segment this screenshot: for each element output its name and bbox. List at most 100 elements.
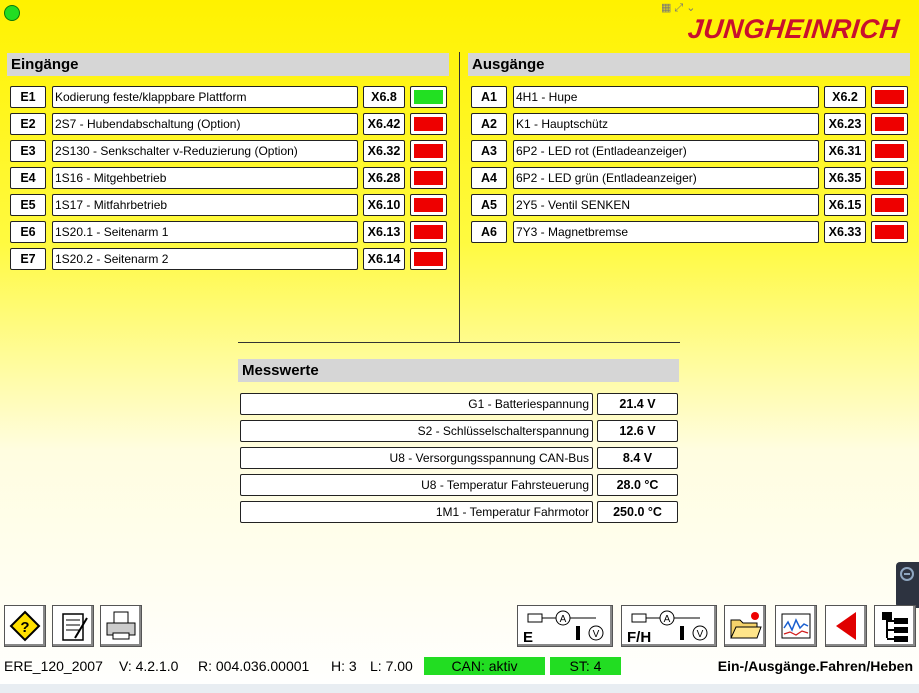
printer-icon (106, 611, 136, 640)
open-folder-button[interactable] (724, 605, 766, 647)
input-status-led (410, 86, 447, 108)
l-label: L: 7.00 (370, 658, 413, 674)
output-row[interactable]: A3 6P2 - LED rot (Entladeanzeiger) X6.31 (468, 140, 908, 162)
input-status-led (410, 167, 447, 189)
output-pin: X6.35 (824, 167, 866, 189)
input-description: 1S16 - Mitgehbetrieb (52, 167, 358, 189)
measurement-value: 21.4 V (597, 393, 678, 415)
folder-icon (730, 612, 762, 639)
notepad-button[interactable] (52, 605, 94, 647)
led-fill (414, 252, 443, 266)
output-description: 6P2 - LED rot (Entladeanzeiger) (513, 140, 819, 162)
output-status-led (871, 140, 908, 162)
input-row[interactable]: E3 2S130 - Senkschalter v-Reduzierung (Op… (7, 140, 447, 162)
output-pin: X6.15 (824, 194, 866, 216)
input-pin: X6.14 (363, 248, 405, 270)
svg-text:A: A (560, 614, 567, 625)
ausgaenge-header: Ausgänge (468, 53, 910, 76)
led-fill (414, 144, 443, 158)
connection-status-indicator (4, 5, 20, 21)
input-description: 2S7 - Hubendabschaltung (Option) (52, 113, 358, 135)
output-code: A4 (471, 167, 507, 189)
input-pin: X6.10 (363, 194, 405, 216)
output-row[interactable]: A4 6P2 - LED grün (Entladeanzeiger) X6.35 (468, 167, 908, 189)
input-status-led (410, 248, 447, 270)
screen-name-label: Ein-/Ausgänge.Fahren/Heben (717, 658, 913, 674)
e-button-label: E (523, 629, 534, 646)
output-code: A1 (471, 86, 507, 108)
input-row[interactable]: E5 1S17 - Mitfahrbetrieb X6.10 (7, 194, 447, 216)
led-fill (875, 225, 904, 239)
output-description: 4H1 - Hupe (513, 86, 819, 108)
output-code: A2 (471, 113, 507, 135)
input-row[interactable]: E7 1S20.2 - Seitenarm 2 X6.14 (7, 248, 447, 270)
output-row[interactable]: A1 4H1 - Hupe X6.2 (468, 86, 908, 108)
output-status-led (871, 194, 908, 216)
fh-diagnostics-button[interactable]: A V F/H (621, 605, 717, 647)
e-diagnostics-button[interactable]: A V E (517, 605, 613, 647)
help-button[interactable]: ? (4, 605, 46, 647)
input-pin: X6.28 (363, 167, 405, 189)
input-code: E7 (10, 248, 46, 270)
horizontal-divider (238, 342, 680, 343)
input-description: 1S20.2 - Seitenarm 2 (52, 248, 358, 270)
measurement-label: 1M1 - Temperatur Fahrmotor (240, 501, 593, 523)
fh-button-label: F/H (627, 629, 652, 646)
led-fill (414, 90, 443, 104)
help-icon: ? (9, 610, 41, 642)
output-pin: X6.2 (824, 86, 866, 108)
led-fill (875, 171, 904, 185)
side-panel-toggle[interactable] (896, 562, 919, 608)
input-row[interactable]: E1 Kodierung feste/klappbare Plattform X6.… (7, 86, 447, 108)
output-row[interactable]: A2 K1 - Hauptschütz X6.23 (468, 113, 908, 135)
measurement-value: 28.0 °C (597, 474, 678, 496)
output-description: 6P2 - LED grün (Entladeanzeiger) (513, 167, 819, 189)
output-code: A5 (471, 194, 507, 216)
input-pin: X6.13 (363, 221, 405, 243)
back-icon (836, 612, 856, 640)
eingaenge-header: Eingänge (7, 53, 449, 76)
chevron-down-icon[interactable]: ⌄ (686, 1, 695, 15)
input-row[interactable]: E6 1S20.1 - Seitenarm 1 X6.13 (7, 221, 447, 243)
svg-text:A: A (664, 614, 671, 625)
output-status-led (871, 113, 908, 135)
led-fill (875, 144, 904, 158)
tree-view-button[interactable] (874, 605, 916, 647)
minus-circle-icon (900, 567, 914, 581)
led-fill (414, 225, 443, 239)
input-status-led (410, 113, 447, 135)
input-pin: X6.32 (363, 140, 405, 162)
expand-icon[interactable]: ⤢ (674, 1, 683, 15)
bottom-strip (0, 684, 919, 693)
output-status-led (871, 221, 908, 243)
revision-label: R: 004.036.00001 (198, 658, 310, 674)
output-description: K1 - Hauptschütz (513, 113, 819, 135)
measurement-label: U8 - Temperatur Fahrsteuerung (240, 474, 593, 496)
output-row[interactable]: A5 2Y5 - Ventil SENKEN X6.15 (468, 194, 908, 216)
input-row[interactable]: E2 2S7 - Hubendabschaltung (Option) X6.42 (7, 113, 447, 135)
input-description: Kodierung feste/klappbare Plattform (52, 86, 358, 108)
output-row[interactable]: A6 7Y3 - Magnetbremse X6.33 (468, 221, 908, 243)
grid-icon[interactable]: ▦ (661, 1, 671, 15)
print-button[interactable] (100, 605, 142, 647)
measurement-label: U8 - Versorgungsspannung CAN-Bus (240, 447, 593, 469)
back-button[interactable] (825, 605, 867, 647)
measurement-label: G1 - Batteriespannung (240, 393, 593, 415)
graph-icon (781, 613, 811, 639)
output-status-led (871, 167, 908, 189)
input-pin: X6.42 (363, 113, 405, 135)
input-code: E3 (10, 140, 46, 162)
input-row[interactable]: E4 1S16 - Mitgehbetrieb X6.28 (7, 167, 447, 189)
led-fill (875, 90, 904, 104)
output-status-led (871, 86, 908, 108)
status-bar: ERE_120_2007 V: 4.2.1.0 R: 004.036.00001… (0, 655, 919, 677)
input-status-led (410, 221, 447, 243)
graph-button[interactable] (775, 605, 817, 647)
output-description: 2Y5 - Ventil SENKEN (513, 194, 819, 216)
output-pin: X6.31 (824, 140, 866, 162)
svg-text:?: ? (20, 619, 29, 636)
input-code: E6 (10, 221, 46, 243)
measurement-value: 250.0 °C (597, 501, 678, 523)
measurement-label: S2 - Schlüsselschalterspannung (240, 420, 593, 442)
led-fill (875, 117, 904, 131)
